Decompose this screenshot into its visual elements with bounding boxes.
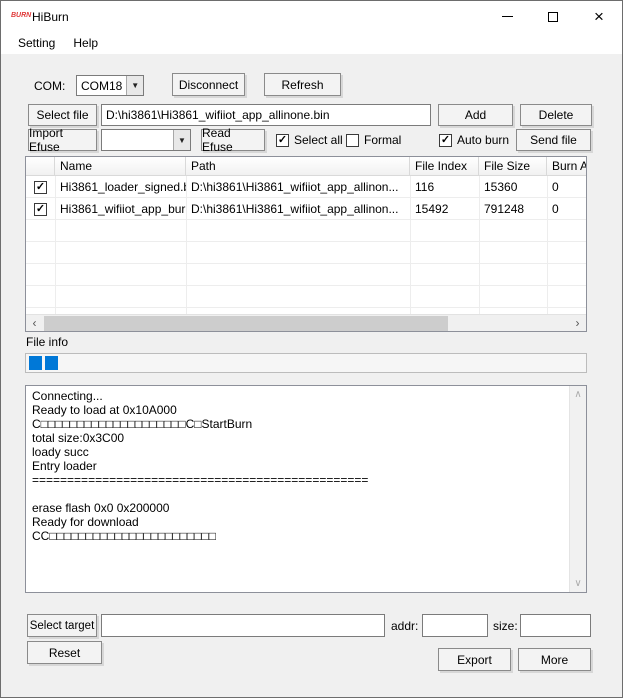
com-port-value: COM18 [77, 79, 126, 93]
maximize-button[interactable] [530, 1, 576, 32]
delete-button[interactable]: Delete [520, 104, 592, 126]
formal-checkbox[interactable]: Formal [346, 133, 401, 147]
table-header: Name Path File Index File Size Burn A [26, 157, 586, 176]
chevron-down-icon[interactable]: ▼ [126, 76, 143, 95]
progress-segment [45, 356, 58, 370]
cell-path: D:\hi3861\Hi3861_wifiiot_app_allinon... [186, 176, 410, 198]
com-port-select[interactable]: COM18 ▼ [76, 75, 144, 96]
scroll-right-icon[interactable]: › [569, 315, 586, 331]
progress-bar [25, 353, 587, 373]
size-input[interactable] [520, 614, 591, 637]
reset-button[interactable]: Reset [27, 641, 102, 664]
header-burn-addr[interactable]: Burn A [547, 157, 586, 175]
cell-name: Hi3861_wifiiot_app_burn... [55, 198, 186, 220]
app-window: BURN HiBurn × Setting Help COM: COM18 ▼ … [0, 0, 623, 698]
header-checkbox-column[interactable] [26, 157, 55, 175]
header-path[interactable]: Path [186, 157, 410, 175]
header-name[interactable]: Name [55, 157, 186, 175]
send-file-button[interactable]: Send file [516, 129, 591, 151]
cell-file-size: 15360 [479, 176, 547, 198]
title-bar: BURN HiBurn × [1, 1, 622, 33]
auto-burn-checkbox[interactable]: ✓ Auto burn [439, 133, 509, 147]
checkbox-icon[interactable]: ✓ [34, 203, 47, 216]
window-title: HiBurn [32, 10, 69, 24]
checkbox-icon[interactable]: ✓ [34, 181, 47, 194]
disconnect-button[interactable]: Disconnect [172, 73, 245, 96]
menu-bar: Setting Help [1, 33, 622, 54]
export-button[interactable]: Export [438, 648, 511, 671]
formal-label: Formal [364, 133, 401, 147]
import-efuse-button[interactable]: Import Efuse [28, 129, 97, 151]
maximize-icon [548, 12, 558, 22]
menu-setting[interactable]: Setting [9, 33, 64, 54]
select-file-button[interactable]: Select file [28, 104, 97, 126]
auto-burn-label: Auto burn [457, 133, 509, 147]
cell-burn-addr: 0 [547, 176, 586, 198]
menu-help[interactable]: Help [64, 33, 107, 54]
checkbox-icon: ✓ [439, 134, 452, 147]
refresh-button[interactable]: Refresh [264, 73, 341, 96]
select-all-checkbox[interactable]: ✓ Select all [276, 133, 343, 147]
file-path-input[interactable]: D:\hi3861\Hi3861_wifiiot_app_allinone.bi… [101, 104, 431, 126]
chevron-down-icon[interactable]: ▼ [173, 130, 190, 150]
header-file-size[interactable]: File Size [479, 157, 547, 175]
scroll-up-icon[interactable]: ∧ [570, 386, 586, 403]
addr-label: addr: [391, 619, 418, 633]
minimize-icon [502, 16, 513, 17]
table-row[interactable]: ✓ Hi3861_loader_signed.binD:\hi3861\Hi386… [26, 176, 586, 198]
table-row[interactable]: ✓ Hi3861_wifiiot_app_burn...D:\hi3861\Hi3… [26, 198, 586, 220]
size-label: size: [493, 619, 518, 633]
close-button[interactable]: × [576, 1, 622, 32]
checkbox-icon: ✓ [276, 134, 289, 147]
cell-burn-addr: 0 [547, 198, 586, 220]
progress-segment [29, 356, 42, 370]
cell-file-size: 791248 [479, 198, 547, 220]
more-button[interactable]: More [518, 648, 591, 671]
minimize-button[interactable] [484, 1, 530, 32]
efuse-select[interactable]: ▼ [101, 129, 191, 151]
log-text: Connecting... Ready to load at 0x10A000 … [26, 386, 569, 592]
scroll-down-icon[interactable]: ∨ [570, 575, 586, 592]
addr-input[interactable] [422, 614, 488, 637]
header-file-index[interactable]: File Index [410, 157, 479, 175]
cell-file-index: 116 [410, 176, 479, 198]
com-label: COM: [34, 79, 65, 93]
scroll-left-icon[interactable]: ‹ [26, 315, 43, 331]
close-icon: × [594, 8, 604, 25]
checkbox-icon [346, 134, 359, 147]
cell-path: D:\hi3861\Hi3861_wifiiot_app_allinon... [186, 198, 410, 220]
table-body: ✓ Hi3861_loader_signed.binD:\hi3861\Hi386… [26, 176, 586, 314]
horizontal-scrollbar[interactable]: ‹ › [26, 314, 586, 331]
target-input[interactable] [101, 614, 385, 637]
file-info-label: File info [26, 335, 68, 349]
read-efuse-button[interactable]: Read Efuse [201, 129, 265, 151]
select-all-label: Select all [294, 133, 343, 147]
horizontal-scrollbar-thumb[interactable] [44, 316, 448, 331]
file-table: Name Path File Index File Size Burn A ✓ H… [25, 156, 587, 332]
cell-file-index: 15492 [410, 198, 479, 220]
vertical-scrollbar[interactable]: ∧ ∨ [569, 386, 586, 592]
log-panel[interactable]: Connecting... Ready to load at 0x10A000 … [25, 385, 587, 593]
select-target-button[interactable]: Select target [27, 614, 97, 637]
burn-app-icon: BURN [11, 12, 31, 19]
cell-name: Hi3861_loader_signed.bin [55, 176, 186, 198]
add-button[interactable]: Add [438, 104, 513, 126]
